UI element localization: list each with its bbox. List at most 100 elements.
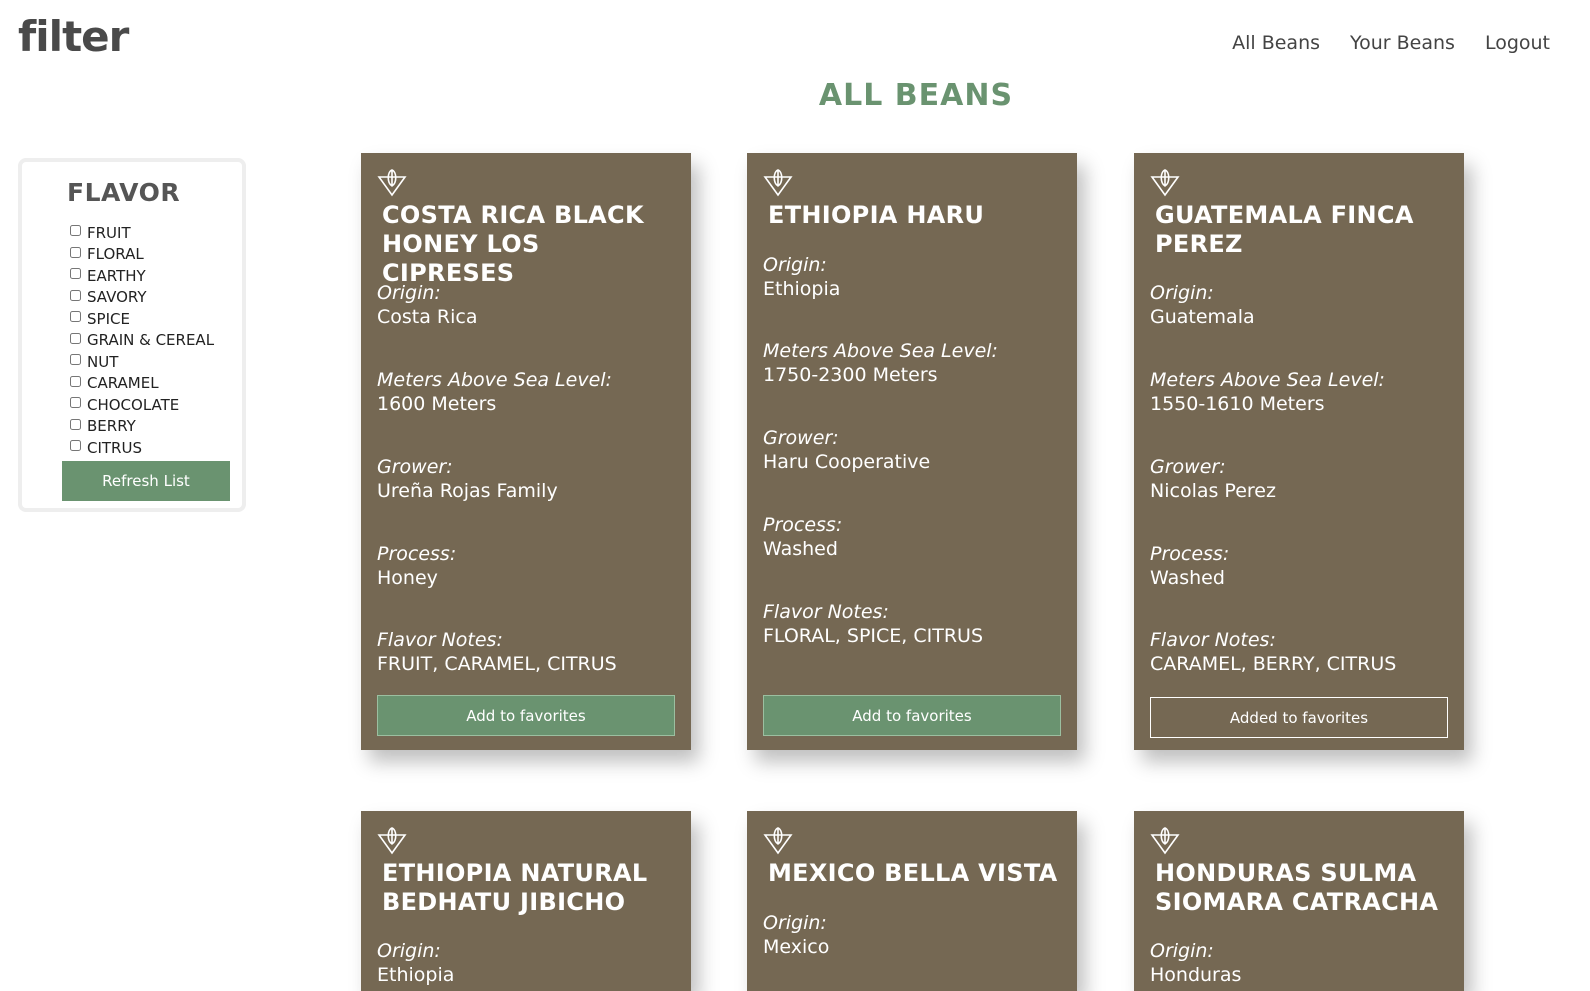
flavor-option: CHOCOLATE bbox=[70, 394, 214, 416]
flavor-checkbox-spice[interactable] bbox=[70, 311, 81, 323]
flavor-label: FRUIT bbox=[87, 223, 131, 242]
nav-your-beans[interactable]: Your Beans bbox=[1350, 32, 1455, 54]
flavor-label: FLORAL bbox=[87, 245, 144, 264]
coffee-bean-icon bbox=[1150, 169, 1180, 197]
flavor-checkbox-earthy[interactable] bbox=[70, 268, 81, 280]
flavor-checkbox-chocolate[interactable] bbox=[70, 397, 81, 409]
origin-label: Origin: bbox=[1150, 282, 1214, 304]
flavor-checkbox-fruit[interactable] bbox=[70, 225, 81, 237]
add-to-favorites-button[interactable]: Add to favorites bbox=[763, 695, 1061, 736]
process-value: Honey bbox=[377, 567, 438, 589]
nav-all-beans[interactable]: All Beans bbox=[1232, 32, 1320, 54]
origin-label: Origin: bbox=[1150, 940, 1214, 962]
bean-name: ETHIOPIA NATURAL BEDHATU JIBICHO bbox=[382, 859, 648, 916]
grower-value: Ureña Rojas Family bbox=[377, 480, 558, 502]
altitude-value: 1750-2300 Meters bbox=[763, 364, 938, 386]
process-field: Process: Washed bbox=[1150, 542, 1450, 590]
flavor-label: CARAMEL bbox=[87, 374, 159, 393]
altitude-field: Meters Above Sea Level: 1600 Meters bbox=[377, 368, 677, 416]
process-value: Washed bbox=[1150, 567, 1225, 589]
bean-card: ETHIOPIA HARU Origin: Ethiopia Meters Abo… bbox=[747, 153, 1077, 750]
altitude-label: Meters Above Sea Level: bbox=[377, 369, 612, 391]
bean-name: MEXICO BELLA VISTA bbox=[768, 859, 1058, 887]
flavor-checkbox-floral[interactable] bbox=[70, 246, 81, 258]
bean-name: HONDURAS SULMA SIOMARA CATRACHA bbox=[1155, 859, 1439, 916]
coffee-bean-icon bbox=[377, 169, 407, 197]
altitude-value: 1550-1610 Meters bbox=[1150, 393, 1325, 415]
origin-field: Origin: Honduras bbox=[1150, 939, 1450, 987]
bean-name: ETHIOPIA HARU bbox=[768, 201, 985, 229]
process-label: Process: bbox=[377, 543, 457, 565]
flavor-notes-label: Flavor Notes: bbox=[1150, 629, 1276, 651]
origin-label: Origin: bbox=[377, 282, 441, 304]
flavor-label: CHOCOLATE bbox=[87, 395, 180, 414]
coffee-bean-icon bbox=[763, 827, 793, 855]
flavor-label: SPICE bbox=[87, 309, 130, 328]
grower-field: Grower: Haru Cooperative bbox=[763, 426, 1063, 474]
flavor-option: EARTHY bbox=[70, 265, 214, 287]
origin-field: Origin: Ethiopia bbox=[763, 253, 1063, 301]
process-label: Process: bbox=[1150, 543, 1230, 565]
bean-name: COSTA RICA BLACK HONEY LOS CIPRESES bbox=[382, 201, 644, 287]
flavor-option: BERRY bbox=[70, 416, 214, 438]
flavor-option: CARAMEL bbox=[70, 373, 214, 395]
coffee-bean-icon bbox=[1150, 827, 1180, 855]
process-label: Process: bbox=[763, 514, 843, 536]
origin-value: Ethiopia bbox=[763, 278, 841, 300]
origin-value: Honduras bbox=[1150, 964, 1242, 986]
origin-label: Origin: bbox=[763, 254, 827, 276]
flavor-label: CITRUS bbox=[87, 438, 142, 457]
flavor-option: SAVORY bbox=[70, 287, 214, 309]
flavor-checkbox-grain-cereal[interactable] bbox=[70, 332, 81, 344]
process-value: Washed bbox=[763, 538, 838, 560]
flavor-label: GRAIN & CEREAL bbox=[87, 331, 215, 350]
flavor-notes-field: Flavor Notes: FLORAL, SPICE, CITRUS bbox=[763, 600, 1063, 648]
page-title: ALL BEANS bbox=[818, 78, 1014, 113]
grower-value: Nicolas Perez bbox=[1150, 480, 1276, 502]
grower-field: Grower: Nicolas Perez bbox=[1150, 455, 1450, 503]
flavor-option: GRAIN & CEREAL bbox=[70, 330, 214, 352]
logo[interactable]: filter bbox=[18, 12, 129, 61]
bean-card: GUATEMALA FINCA PEREZ Origin: Guatemala M… bbox=[1134, 153, 1464, 750]
bean-card: HONDURAS SULMA SIOMARA CATRACHA Origin: H… bbox=[1134, 811, 1464, 991]
flavor-notes-value: FLORAL, SPICE, CITRUS bbox=[763, 625, 984, 647]
added-to-favorites-button[interactable]: Added to favorites bbox=[1150, 697, 1448, 738]
nav-logout[interactable]: Logout bbox=[1485, 32, 1550, 54]
top-nav: All Beans Your Beans Logout bbox=[1232, 32, 1550, 54]
flavor-checkbox-savory[interactable] bbox=[70, 289, 81, 301]
coffee-bean-icon bbox=[763, 169, 793, 197]
process-field: Process: Washed bbox=[763, 513, 1063, 561]
add-to-favorites-button[interactable]: Add to favorites bbox=[377, 695, 675, 736]
flavor-option: SPICE bbox=[70, 308, 214, 330]
origin-label: Origin: bbox=[763, 912, 827, 934]
bean-card: MEXICO BELLA VISTA Origin: Mexico bbox=[747, 811, 1077, 991]
coffee-bean-icon bbox=[377, 827, 407, 855]
grower-label: Grower: bbox=[763, 427, 839, 449]
flavor-checkbox-caramel[interactable] bbox=[70, 375, 81, 387]
origin-value: Mexico bbox=[763, 936, 830, 958]
flavor-notes-label: Flavor Notes: bbox=[377, 629, 503, 651]
origin-field: Origin: Ethiopia bbox=[377, 939, 677, 987]
flavor-label: EARTHY bbox=[87, 266, 146, 285]
grower-value: Haru Cooperative bbox=[763, 451, 931, 473]
altitude-field: Meters Above Sea Level: 1550-1610 Meters bbox=[1150, 368, 1450, 416]
bean-card: ETHIOPIA NATURAL BEDHATU JIBICHO Origin:… bbox=[361, 811, 691, 991]
altitude-value: 1600 Meters bbox=[377, 393, 497, 415]
flavor-label: NUT bbox=[87, 352, 119, 371]
flavor-filter-panel: FLAVOR FRUIT FLORAL EARTHY SAVORY SPICE … bbox=[18, 158, 246, 512]
flavor-notes-field: Flavor Notes: CARAMEL, BERRY, CITRUS bbox=[1150, 628, 1450, 676]
filter-title: FLAVOR bbox=[67, 178, 181, 207]
origin-field: Origin: Costa Rica bbox=[377, 281, 677, 329]
grower-label: Grower: bbox=[377, 456, 453, 478]
refresh-list-button[interactable]: Refresh List bbox=[62, 461, 230, 501]
flavor-checkbox-citrus[interactable] bbox=[70, 440, 81, 452]
altitude-field: Meters Above Sea Level: 1750-2300 Meters bbox=[763, 339, 1063, 387]
altitude-label: Meters Above Sea Level: bbox=[763, 340, 998, 362]
bean-name: GUATEMALA FINCA PEREZ bbox=[1155, 201, 1414, 258]
flavor-checkbox-berry[interactable] bbox=[70, 418, 81, 430]
origin-value: Ethiopia bbox=[377, 964, 455, 986]
flavor-option: NUT bbox=[70, 351, 214, 373]
flavor-notes-label: Flavor Notes: bbox=[763, 601, 889, 623]
flavor-option: FLORAL bbox=[70, 244, 214, 266]
flavor-checkbox-nut[interactable] bbox=[70, 354, 81, 366]
